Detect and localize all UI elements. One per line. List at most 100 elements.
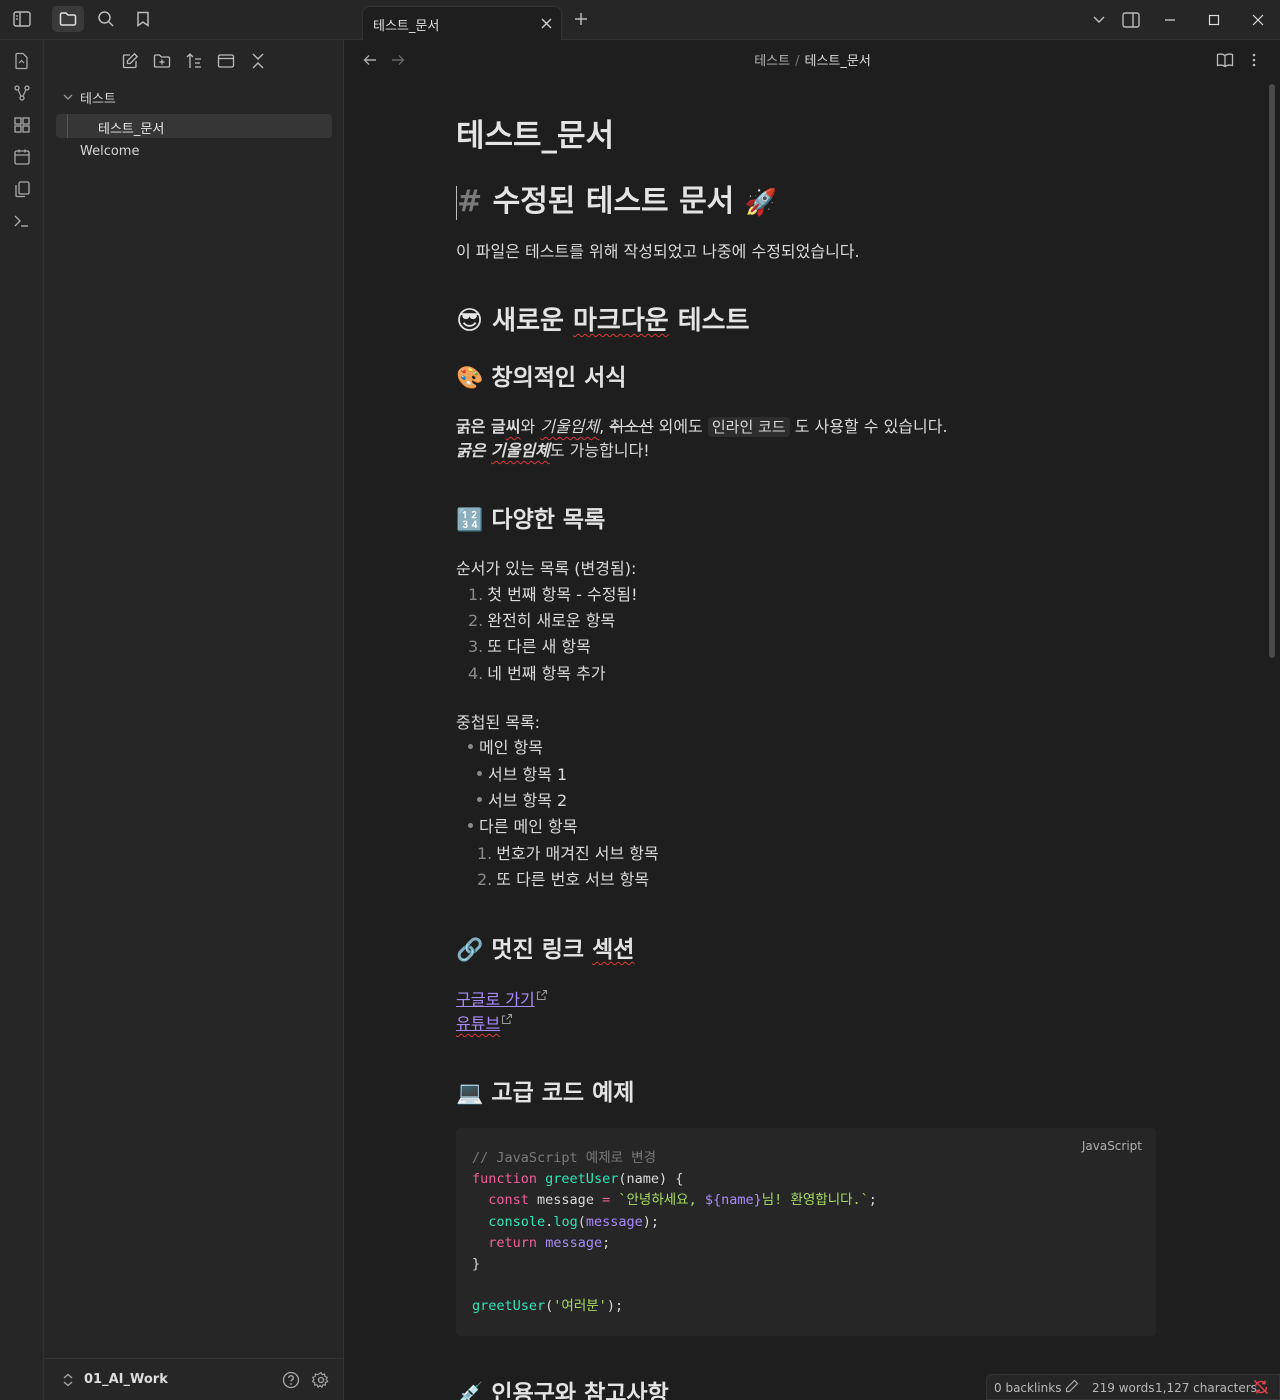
code-block[interactable]: JavaScript // JavaScript 예제로 변경 function… (456, 1128, 1156, 1336)
bookmark-icon[interactable] (127, 6, 159, 32)
collapse-icon[interactable] (213, 50, 239, 72)
heading-code-text: 고급 코드 예제 (491, 1080, 635, 1106)
heading-links[interactable]: 🔗 멋진 링크 섹션 (456, 930, 634, 964)
heading-quote[interactable]: 💉 인용구와 참고사항 (456, 1374, 669, 1400)
list-item[interactable]: 3. 또 다른 새 항목 (468, 633, 591, 657)
reading-view-icon[interactable] (1215, 50, 1235, 70)
breadcrumb-parent[interactable]: 테스트 (754, 54, 790, 69)
external-link-icon (536, 989, 547, 1001)
new-folder-icon[interactable] (149, 50, 175, 72)
heading-2-word-3: 테스트 (677, 306, 750, 336)
list-item[interactable]: 1. 첫 번째 항목 - 수정됨! (468, 581, 638, 605)
link-youtube[interactable]: 유튜브 (456, 1010, 513, 1034)
laptop-emoji: 💻 (456, 1081, 484, 1106)
text-span: , (599, 417, 610, 436)
list-item[interactable]: 다른 메인 항목 (468, 813, 578, 837)
list-item[interactable]: 2. 또 다른 번호 서브 항목 (477, 866, 649, 890)
breadcrumb-separator: / (795, 54, 800, 69)
sync-off-icon[interactable] (1253, 1379, 1269, 1398)
status-bar: 0 backlinks 219 words 1,127 characters (986, 1374, 1280, 1400)
heading-1[interactable]: # 수정된 테스트 문서 🚀 (456, 176, 777, 220)
heading-quote-text: 인용구와 참고사항 (491, 1381, 669, 1400)
heading-code[interactable]: 💻 고급 코드 예제 (456, 1073, 634, 1107)
vault-switch-icon[interactable] (62, 1373, 74, 1391)
link-google[interactable]: 구글로 가기 (456, 986, 548, 1010)
copy-icon[interactable] (11, 178, 33, 200)
heading-2-word-2: 마크다운 (573, 306, 669, 336)
help-icon[interactable] (282, 1371, 300, 1393)
list-item[interactable]: 2. 완전히 새로운 항목 (468, 607, 615, 631)
vault-bar: 01_AI_Work (44, 1358, 344, 1400)
vault-name[interactable]: 01_AI_Work (84, 1372, 168, 1387)
backlinks-count[interactable]: 0 backlinks (994, 1381, 1061, 1395)
sidebar-toggle-icon[interactable] (6, 6, 38, 32)
sort-icon[interactable] (181, 50, 207, 72)
tab-active[interactable]: 테스트_문서 (362, 6, 562, 40)
character-count: 1,127 characters (1155, 1381, 1257, 1395)
new-note-icon[interactable] (117, 50, 143, 72)
format-line-2[interactable]: 굵은 기울임체도 가능합니다! (456, 437, 650, 461)
heading-2[interactable]: 😎 새로운 마크다운 테스트 (456, 300, 750, 337)
heading-format[interactable]: 🎨 창의적인 서식 (456, 358, 626, 392)
code-lines: // JavaScript 예제로 변경 function greetUser(… (472, 1150, 877, 1315)
chevron-down-icon (63, 94, 73, 100)
breadcrumb-current[interactable]: 테스트_문서 (804, 54, 870, 69)
inline-code: 인라인 코드 (707, 417, 790, 437)
text-span: 외에도 (653, 417, 708, 436)
search-icon[interactable] (90, 6, 122, 32)
heading-list[interactable]: 🔢 다양한 목록 (456, 500, 605, 534)
list-item[interactable]: 메인 항목 (468, 734, 543, 758)
rocket-emoji: 🚀 (744, 188, 778, 218)
external-link-icon (502, 1013, 513, 1025)
calendar-icon[interactable] (11, 146, 33, 168)
terminal-icon[interactable] (11, 210, 33, 232)
file-label: 테스트_문서 (98, 122, 165, 137)
link-emoji: 🔗 (456, 938, 484, 963)
scrollbar[interactable] (1269, 84, 1275, 658)
folder-tree-item[interactable]: 테스트 (58, 86, 332, 108)
chevron-down-icon[interactable] (1087, 8, 1111, 32)
tab-title: 테스트_문서 (373, 19, 440, 34)
heading-marker: # (457, 184, 483, 219)
bold-text-a: 굵은 글 (456, 417, 506, 436)
bold-text-b: 씨 (505, 417, 521, 436)
heading-links-word-2: 섹션 (592, 937, 635, 963)
heading-links-word-1: 멋진 링크 (491, 937, 585, 963)
list-item[interactable]: 1. 번호가 매겨진 서브 항목 (477, 840, 659, 864)
file-tree-item[interactable]: Welcome (80, 144, 139, 159)
italic-text: 기울임체 (540, 417, 600, 436)
split-view-icon[interactable] (1119, 8, 1143, 32)
bold-italic-text-a: 굵은 (456, 441, 492, 460)
more-options-icon[interactable] (1244, 50, 1264, 70)
heading-1-text: 수정된 테스트 문서 (492, 184, 735, 219)
canvas-icon[interactable] (11, 114, 33, 136)
file-tree-item-active[interactable]: 테스트_문서 (56, 114, 332, 138)
heading-list-text: 다양한 목록 (491, 507, 606, 533)
collapse-all-icon[interactable] (245, 50, 271, 72)
ordered-label[interactable]: 순서가 있는 목록 (변경됨): (456, 555, 636, 579)
syringe-emoji: 💉 (456, 1382, 484, 1400)
text-span: 도 사용할 수 있습니다. (789, 417, 948, 436)
settings-icon[interactable] (311, 1371, 330, 1393)
graph-icon[interactable] (11, 82, 33, 104)
files-icon[interactable] (11, 50, 33, 72)
inline-title[interactable]: 테스트_문서 (456, 110, 614, 155)
edit-pencil-icon[interactable] (1065, 1379, 1079, 1396)
list-item[interactable]: 서브 항목 1 (477, 761, 567, 785)
list-item[interactable]: 4. 네 번째 항목 추가 (468, 660, 606, 684)
nested-label[interactable]: 중첩된 목록: (456, 709, 540, 733)
close-icon[interactable] (539, 16, 553, 30)
minimize-icon[interactable] (1158, 8, 1182, 32)
format-line-1[interactable]: 굵은 글씨와 기울임체, 취소선 외에도 인라인 코드 도 사용할 수 있습니다… (456, 413, 948, 437)
plus-icon[interactable] (565, 6, 597, 32)
numbers-emoji: 🔢 (456, 508, 484, 533)
breadcrumb: 테스트 / 테스트_문서 (345, 50, 1280, 69)
file-explorer: 테스트 테스트_문서 Welcome 01_AI_Work (44, 40, 344, 1400)
maximize-icon[interactable] (1202, 8, 1226, 32)
window-close-icon[interactable] (1246, 8, 1270, 32)
heading-format-text: 창의적인 서식 (491, 365, 627, 391)
intro-paragraph[interactable]: 이 파일은 테스트를 위해 작성되었고 나중에 수정되었습니다. (456, 238, 860, 262)
heading-2-word-1: 새로운 (492, 306, 564, 336)
folder-icon[interactable] (52, 6, 84, 32)
list-item[interactable]: 서브 항목 2 (477, 787, 567, 811)
